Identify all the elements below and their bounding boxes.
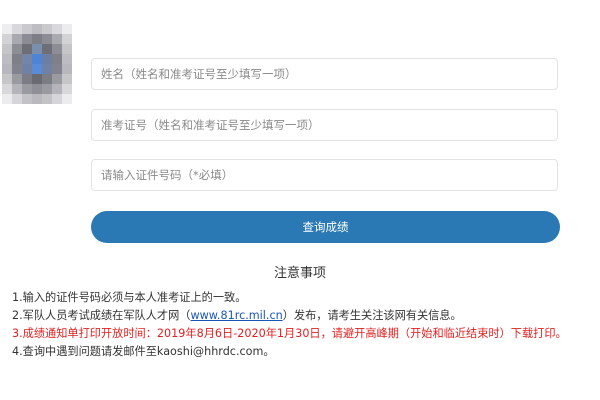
- id-number-field[interactable]: [91, 159, 558, 191]
- name-field[interactable]: [91, 58, 558, 90]
- note-item: 4.查询中遇到问题请发邮件至kaoshi@hhrdc.com。: [12, 345, 275, 358]
- army-talent-link[interactable]: www.81rc.mil.cn: [191, 309, 283, 322]
- notes-title: 注意事项: [273, 266, 326, 281]
- score-query-page: 查询成绩 注意事项 1.输入的证件号码必须与本人准考证上的一致。 2.军队人员考…: [0, 0, 600, 400]
- note-item: 2.军队人员考试成绩在军队人才网（www.81rc.mil.cn）发布，请考生关…: [12, 307, 462, 323]
- exam-number-field[interactable]: [91, 109, 558, 141]
- note-item: 1.输入的证件号码必须与本人准考证上的一致。: [12, 291, 247, 304]
- blurred-photo-icon: [2, 24, 72, 104]
- name-input[interactable]: [92, 59, 557, 89]
- exam-number-input[interactable]: [92, 110, 557, 140]
- note-item-warning: 3.成绩通知单打印开放时间：2019年8月6日-2020年1月30日，请避开高峰…: [12, 327, 567, 340]
- query-score-button[interactable]: 查询成绩: [91, 211, 560, 243]
- note-text: ）发布，请考生关注该网有关信息。: [282, 309, 462, 322]
- note-text: 2.军队人员考试成绩在军队人才网（: [12, 309, 191, 322]
- avatar: [2, 24, 72, 104]
- id-number-input[interactable]: [92, 160, 557, 190]
